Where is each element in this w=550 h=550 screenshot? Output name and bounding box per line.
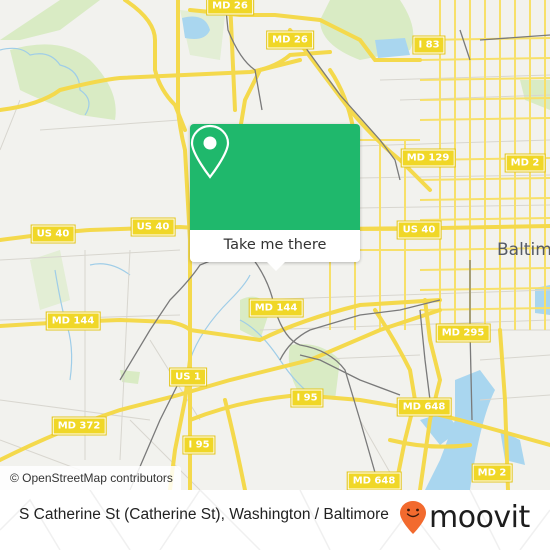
road-shield-i95: I 95 [290, 388, 324, 408]
popup-pointer [267, 262, 285, 271]
road-shield-md144: MD 144 [248, 298, 304, 318]
road-shield-md129: MD 129 [400, 148, 456, 168]
city-label-baltimore: Baltim [497, 240, 550, 260]
moovit-logo[interactable]: moovit [399, 500, 530, 536]
moovit-wordmark: moovit [429, 500, 530, 535]
road-shield-md372: MD 372 [51, 416, 107, 436]
road-shield-md26: MD 26 [206, 0, 254, 16]
road-shield-i83: I 83 [412, 35, 446, 55]
footer-bar: S Catherine St (Catherine St), Washingto… [0, 490, 550, 550]
road-shield-md2: MD 2 [471, 463, 513, 483]
road-shield-us40: US 40 [30, 224, 76, 244]
road-shield-md144: MD 144 [45, 311, 101, 331]
popup-header [190, 124, 360, 230]
map-pin-icon [190, 124, 230, 179]
map-attribution[interactable]: © OpenStreetMap contributors [0, 466, 181, 490]
location-name: S Catherine St (Catherine St), Washingto… [19, 506, 389, 523]
road-shield-md2: MD 2 [504, 153, 546, 173]
road-shield-md26: MD 26 [266, 30, 314, 50]
road-shield-i95: I 95 [182, 435, 216, 455]
road-shield-md648: MD 648 [396, 397, 452, 417]
map-canvas[interactable]: MD 26 MD 26 I 83 MD 129 MD 2 US 40 US 40… [0, 0, 550, 490]
road-shield-us1: US 1 [169, 367, 207, 387]
take-me-there-button[interactable]: Take me there [190, 230, 360, 262]
road-shield-us40: US 40 [130, 217, 176, 237]
location-popup: Take me there [190, 124, 360, 271]
moovit-smile-pin-icon [400, 501, 426, 534]
road-shield-md295: MD 295 [435, 323, 491, 343]
road-shield-md648: MD 648 [346, 471, 402, 490]
road-shield-us40: US 40 [396, 220, 442, 240]
